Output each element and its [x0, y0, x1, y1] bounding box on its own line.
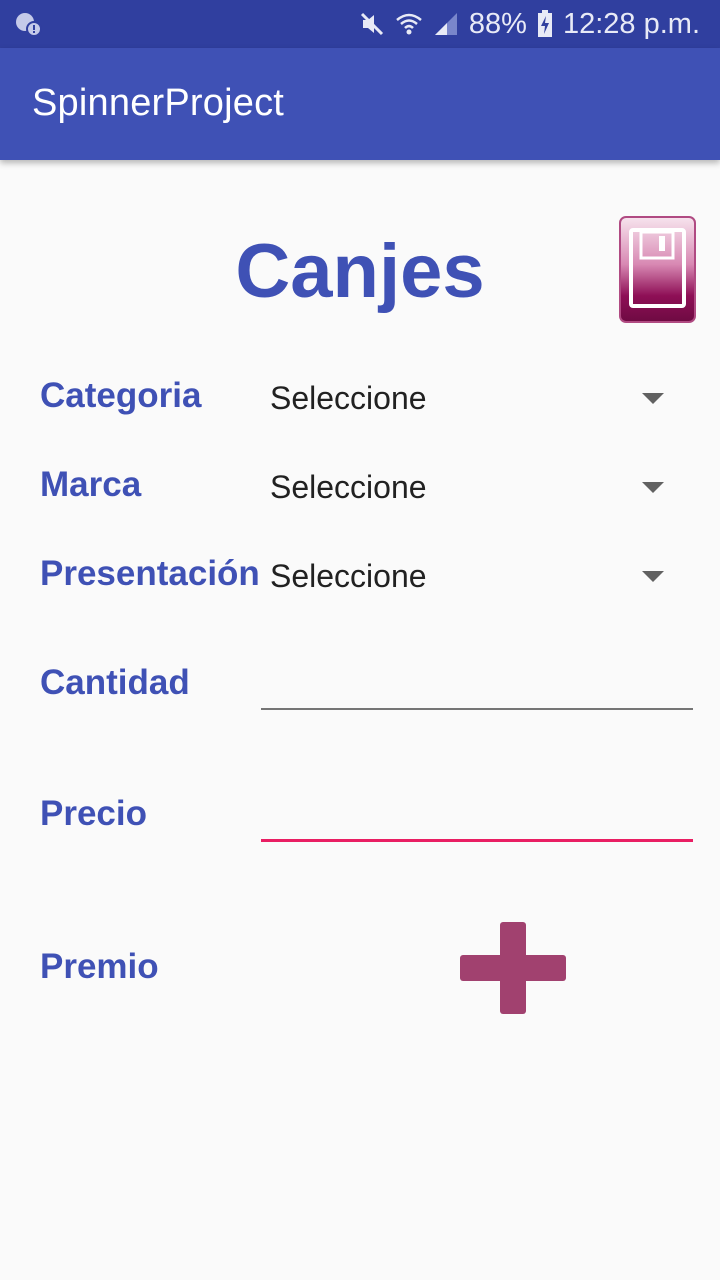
- status-icons: 88% 12:28 p.m.: [359, 0, 700, 48]
- status-time: 12:28 p.m.: [562, 7, 700, 40]
- battery-percent: 88%: [468, 7, 527, 40]
- dropdown-arrow-icon: [642, 482, 664, 493]
- presentacion-selected-value: Seleccione: [270, 558, 427, 594]
- plus-icon: [460, 922, 566, 1014]
- notification-icon: [14, 10, 44, 40]
- save-button[interactable]: [619, 216, 696, 323]
- signal-icon: [433, 11, 459, 37]
- app-title: SpinnerProject: [32, 82, 285, 124]
- dropdown-arrow-icon: [642, 393, 664, 404]
- dropdown-arrow-icon: [642, 571, 664, 582]
- presentacion-spinner[interactable]: Seleccione: [262, 546, 692, 606]
- cantidad-field[interactable]: [261, 650, 693, 710]
- categoria-selected-value: Seleccione: [270, 380, 427, 416]
- app-bar: SpinnerProject: [0, 48, 720, 160]
- cantidad-label: Cantidad: [40, 663, 190, 702]
- status-bar: 88% 12:28 p.m.: [0, 0, 720, 48]
- categoria-label: Categoria: [40, 376, 202, 415]
- precio-label: Precio: [40, 794, 147, 833]
- mute-icon: [359, 11, 385, 37]
- page-title: Canjes: [235, 229, 485, 314]
- add-premio-button[interactable]: [458, 920, 568, 1016]
- wifi-icon: [395, 11, 423, 37]
- marca-selected-value: Seleccione: [270, 469, 427, 505]
- save-floppy-icon: [619, 216, 696, 323]
- presentacion-label: Presentación: [40, 554, 260, 593]
- marca-spinner[interactable]: Seleccione: [262, 457, 692, 517]
- premio-label: Premio: [40, 947, 159, 986]
- precio-field[interactable]: [261, 782, 693, 842]
- battery-charging-icon: [537, 10, 553, 38]
- categoria-spinner[interactable]: Seleccione: [262, 368, 692, 428]
- marca-label: Marca: [40, 465, 142, 504]
